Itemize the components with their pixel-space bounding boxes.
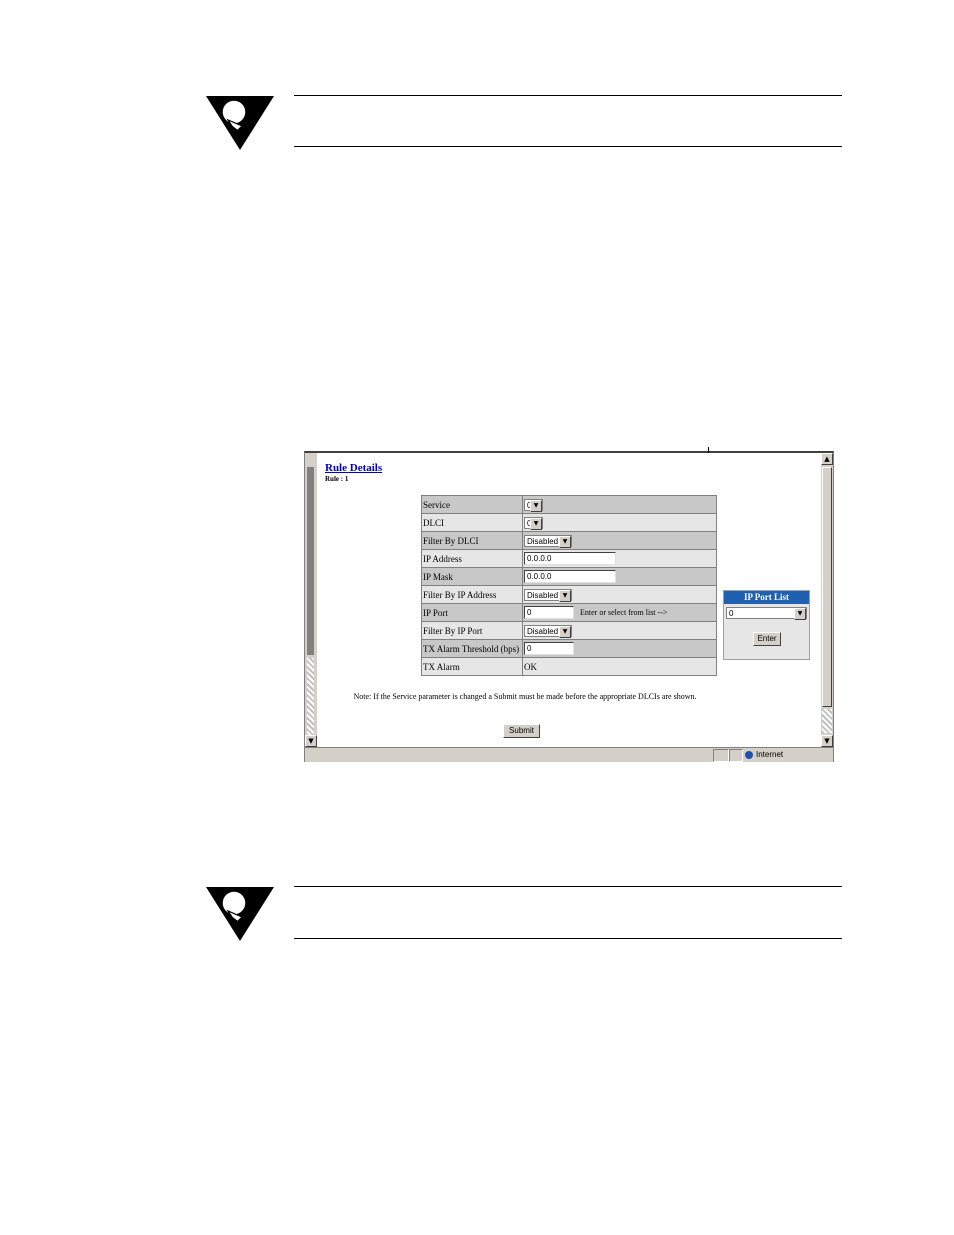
ip-port-list-select[interactable]: 0 ▼	[726, 607, 807, 620]
ip-port-hint: Enter or select from list -->	[580, 607, 668, 617]
ip-port-label: IP Port	[422, 604, 522, 621]
tx-alarm-value: OK	[523, 658, 716, 675]
tip-divider-bottom	[294, 146, 842, 147]
ip-mask-input[interactable]: 0.0.0.0	[524, 570, 616, 583]
ip-address-input[interactable]: 0.0.0.0	[524, 552, 616, 565]
tx-alarm-label: TX Alarm	[422, 658, 522, 675]
ip-port-input[interactable]: 0	[524, 606, 574, 619]
status-zone: Internet	[756, 750, 784, 759]
enter-button[interactable]: Enter	[753, 632, 781, 646]
tip-divider-bottom	[294, 938, 842, 939]
left-frame-scrollbar[interactable]: ▼	[305, 453, 317, 747]
submit-button[interactable]: Submit	[503, 724, 540, 738]
table-row: IP Address 0.0.0.0	[422, 550, 716, 567]
service-note: Note: If the Service parameter is change…	[353, 692, 697, 701]
dlci-label: DLCI	[422, 514, 522, 531]
table-row: Filter By IP Port Disabled ▼	[422, 622, 716, 639]
table-row: Service 0▼	[422, 496, 716, 513]
lightbulb-tip-icon	[206, 883, 274, 943]
scroll-down-icon[interactable]: ▼	[821, 735, 833, 747]
dropdown-arrow-icon: ▼	[559, 589, 571, 602]
rule-number: Rule : 1	[325, 475, 349, 483]
rule-details-link[interactable]: Rule Details	[325, 462, 382, 474]
globe-icon	[745, 750, 753, 759]
scroll-up-icon[interactable]: ▲	[821, 453, 833, 465]
dlci-select[interactable]: 0▼	[524, 516, 543, 530]
table-row: Filter By IP Address Disabled ▼	[422, 586, 716, 603]
frame-tick	[708, 447, 709, 453]
vertical-scrollbar[interactable]: ▲ ▼	[821, 453, 833, 747]
dropdown-arrow-icon: ▼	[794, 608, 806, 620]
filter-by-dlci-label: Filter By DLCI	[422, 532, 522, 549]
rule-parameters-table: Service 0▼ DLCI 0▼ Filter By DLCI Disabl…	[421, 495, 717, 676]
tip-divider-top	[294, 886, 842, 887]
ip-address-label: IP Address	[422, 550, 522, 567]
ip-port-list-panel: IP Port List 0 ▼ Enter	[723, 590, 810, 660]
browser-window: ▼ Rule Details Rule : 1 Service 0▼ DLCI …	[304, 447, 834, 762]
table-row: TX Alarm OK	[422, 658, 716, 675]
ip-port-list-title: IP Port List	[724, 591, 809, 604]
table-row: DLCI 0▼	[422, 514, 716, 531]
dropdown-arrow-icon: ▼	[530, 499, 542, 512]
dropdown-arrow-icon: ▼	[559, 625, 571, 638]
filter-by-ip-address-select[interactable]: Disabled ▼	[524, 588, 572, 602]
table-row: Filter By DLCI Disabled ▼	[422, 532, 716, 549]
table-row: IP Port 0 Enter or select from list -->	[422, 604, 716, 621]
service-label: Service	[422, 496, 522, 513]
filter-by-ip-address-label: Filter By IP Address	[422, 586, 522, 603]
lightbulb-tip-icon	[206, 92, 274, 152]
dropdown-arrow-icon: ▼	[530, 517, 542, 530]
tx-alarm-threshold-input[interactable]: 0	[524, 642, 574, 655]
table-row: TX Alarm Threshold (bps) 0	[422, 640, 716, 657]
table-row: IP Mask 0.0.0.0	[422, 568, 716, 585]
tx-alarm-threshold-label: TX Alarm Threshold (bps)	[422, 640, 522, 657]
filter-by-dlci-select[interactable]: Disabled ▼	[524, 534, 572, 548]
scrollbar-thumb[interactable]	[822, 467, 832, 707]
left-scroll-down-icon[interactable]: ▼	[305, 735, 317, 747]
ip-mask-label: IP Mask	[422, 568, 522, 585]
status-bar: Internet	[305, 747, 833, 762]
tip-divider-top	[294, 95, 842, 96]
dropdown-arrow-icon: ▼	[559, 535, 571, 548]
service-select[interactable]: 0▼	[524, 498, 543, 512]
filter-by-ip-port-label: Filter By IP Port	[422, 622, 522, 639]
filter-by-ip-port-select[interactable]: Disabled ▼	[524, 624, 572, 638]
